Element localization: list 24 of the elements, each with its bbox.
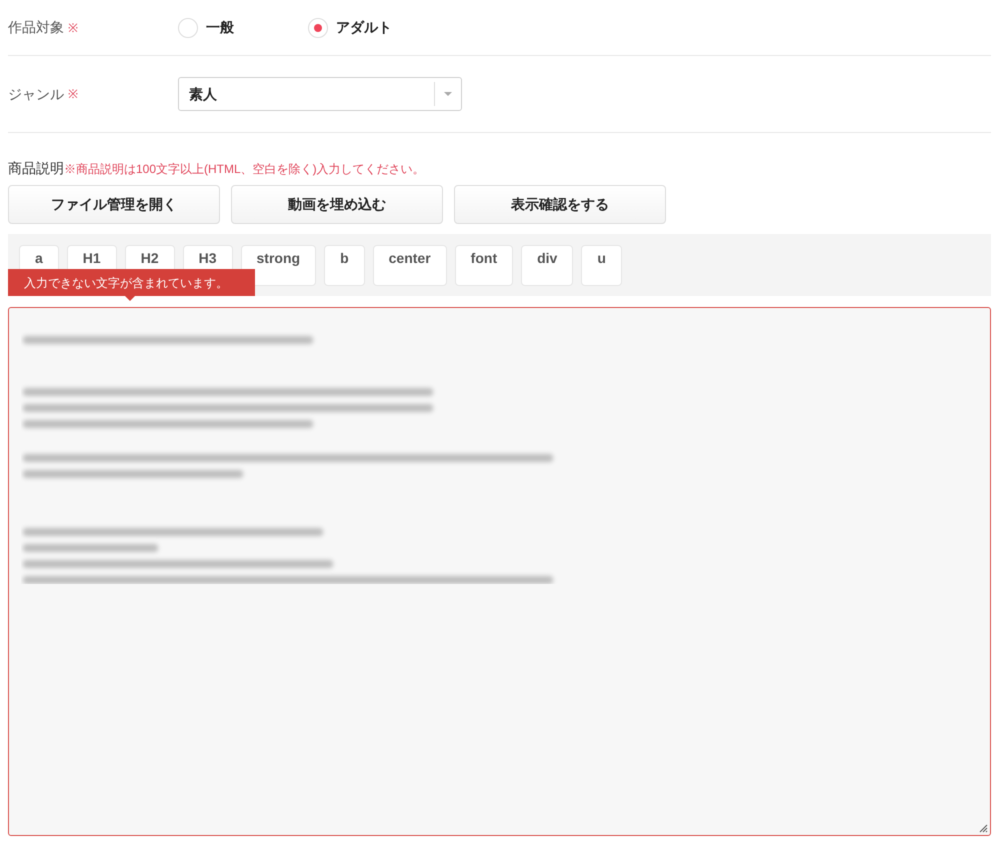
- genre-select[interactable]: 素人: [178, 77, 462, 111]
- radio-button[interactable]: [308, 18, 328, 38]
- action-button[interactable]: 動画を埋め込む: [231, 185, 443, 224]
- field-label: 商品説明: [8, 159, 64, 178]
- radio-option[interactable]: アダルト: [308, 17, 438, 38]
- tag-button[interactable]: center: [372, 244, 447, 286]
- radio-option[interactable]: 一般: [178, 17, 308, 38]
- radio-button[interactable]: [178, 18, 198, 38]
- action-button[interactable]: 表示確認をする: [454, 185, 666, 224]
- required-mark: ※: [68, 20, 78, 36]
- field-label: 作品対象: [8, 18, 64, 37]
- tooltip-pointer-icon: [125, 296, 135, 301]
- error-tooltip: 入力できない文字が含まれています。: [8, 269, 255, 296]
- tag-button[interactable]: font: [454, 244, 514, 286]
- tag-button[interactable]: b: [324, 244, 365, 286]
- required-mark: ※: [68, 86, 78, 103]
- tag-button[interactable]: strong: [240, 244, 316, 286]
- field-label: ジャンル: [8, 84, 64, 104]
- caret-icon: [444, 92, 452, 96]
- required-note: ※商品説明は100文字以上(HTML、空白を除く)入力してください。: [64, 161, 425, 178]
- tag-button[interactable]: div: [521, 244, 574, 286]
- resize-handle-icon[interactable]: [979, 824, 988, 833]
- action-button[interactable]: ファイル管理を開く: [8, 185, 220, 224]
- tag-button[interactable]: u: [581, 244, 622, 286]
